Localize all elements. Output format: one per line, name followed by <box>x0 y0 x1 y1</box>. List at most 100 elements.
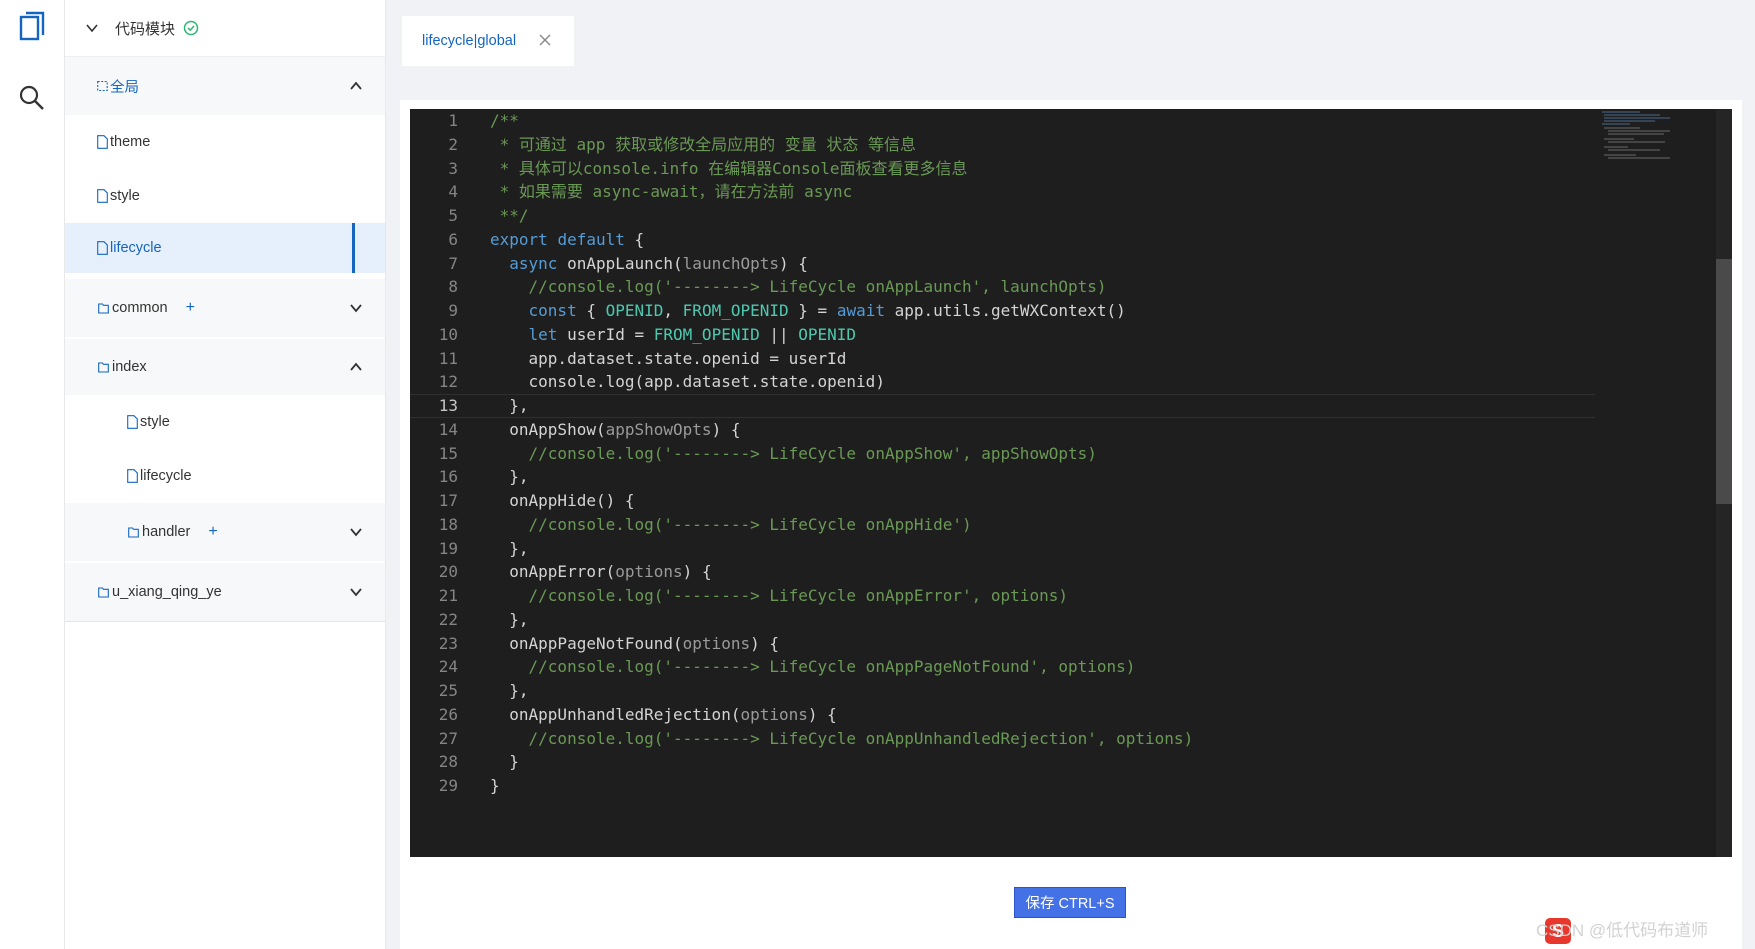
code-line[interactable]: 13 }, <box>410 394 1595 418</box>
line-text: let userId = FROM_OPENID || OPENID <box>528 324 857 344</box>
code-line[interactable]: 2 * 可通过 app 获取或修改全局应用的 变量 状态 等信息 <box>410 133 1595 157</box>
code-line[interactable]: 11 app.dataset.state.openid = userId <box>410 347 1595 371</box>
code-line[interactable]: 15 //console.log('--------> LifeCycle on… <box>410 442 1595 466</box>
line-number: 22 <box>438 609 458 629</box>
line-text: /** <box>490 111 519 130</box>
code-line[interactable]: 4 * 如果需要 async-await，请在方法前 async <box>410 180 1595 204</box>
watermark-text: CSDN @低代码布道师 <box>1536 921 1709 940</box>
tree-item-label: common <box>112 300 168 316</box>
tree-file-lifecycle[interactable]: lifecycle <box>65 223 385 273</box>
chevron-up-icon[interactable] <box>349 79 363 93</box>
code-line[interactable]: 28 } <box>410 750 1595 774</box>
line-text: onAppShow(appShowOpts) { <box>490 419 741 439</box>
line-number: 10 <box>438 324 458 344</box>
minimap[interactable] <box>1600 109 1720 169</box>
code-line[interactable]: 14 onAppShow(appShowOpts) { <box>410 418 1595 442</box>
line-number: 9 <box>448 301 458 320</box>
line-number: 4 <box>448 182 458 202</box>
code-line[interactable]: 27 //console.log('--------> LifeCycle on… <box>410 727 1595 751</box>
tree-folder-u-xiang-qing-ye[interactable]: u_xiang_qing_ye <box>65 563 385 622</box>
code-line[interactable]: 16 }, <box>410 465 1595 489</box>
add-file-button[interactable]: + <box>186 299 195 317</box>
line-number: 12 <box>438 372 458 392</box>
code-line[interactable]: 17 onAppHide() { <box>410 489 1595 513</box>
line-text: const { OPENID, FROM_OPENID } = await ap… <box>528 301 1126 320</box>
line-number: 6 <box>448 229 458 249</box>
chevron-down-icon[interactable] <box>349 525 363 539</box>
code-editor[interactable]: 1/** 2 * 可通过 app 获取或修改全局应用的 变量 状态 等信息 3 * … <box>410 109 1732 857</box>
code-line[interactable]: 21 //console.log('--------> LifeCycle on… <box>410 584 1595 608</box>
line-text: //console.log('--------> LifeCycle onApp… <box>528 514 972 534</box>
line-text: app.dataset.state.openid = userId <box>490 348 847 368</box>
line-text: }, <box>490 609 529 629</box>
line-number: 13 <box>438 396 458 415</box>
line-text: }, <box>490 467 529 487</box>
code-line[interactable]: 23 onAppPageNotFound(options) { <box>410 632 1595 656</box>
code-line[interactable]: 26 onAppUnhandledRejection(options) { <box>410 703 1595 727</box>
line-text: onAppPageNotFound(options) { <box>490 633 779 653</box>
close-icon[interactable] <box>538 33 552 47</box>
search-icon[interactable] <box>16 82 48 114</box>
code-line[interactable]: 1 /** <box>410 109 1595 133</box>
line-number: 2 <box>448 134 458 154</box>
editor-scrollbar-thumb[interactable] <box>1716 259 1732 504</box>
folder-icon <box>98 303 109 314</box>
tree-folder-common[interactable]: common + <box>65 279 385 337</box>
chevron-down-icon[interactable] <box>349 301 363 315</box>
line-text: * 如果需要 async-await，请在方法前 async <box>490 182 853 202</box>
code-line[interactable]: 20 onAppError(options) { <box>410 560 1595 584</box>
code-line[interactable]: 3 * 具体可以console.info 在编辑器Console面板查看更多信息 <box>410 157 1595 181</box>
code-line[interactable]: 18 //console.log('--------> LifeCycle on… <box>410 513 1595 537</box>
editor-scrollbar-track[interactable] <box>1716 109 1732 857</box>
tree-file-style[interactable]: style <box>65 169 385 223</box>
line-text: console.log(app.dataset.state.openid) <box>490 372 885 392</box>
tree-item-label: style <box>110 188 140 204</box>
file-icon <box>97 135 108 149</box>
tree-item-label: 全局 <box>110 79 139 96</box>
line-text: onAppHide() { <box>490 491 635 510</box>
code-line[interactable]: 24 //console.log('--------> LifeCycle on… <box>410 655 1595 679</box>
tree-file-theme[interactable]: theme <box>65 115 385 169</box>
activity-rail <box>0 0 65 949</box>
tree-folder-index[interactable]: index <box>65 339 385 395</box>
line-number: 3 <box>448 158 458 178</box>
code-line[interactable]: 25 }, <box>410 679 1595 703</box>
line-text: //console.log('--------> LifeCycle onApp… <box>528 657 1136 677</box>
code-line[interactable]: 7 async onAppLaunch(launchOpts) { <box>410 252 1595 276</box>
line-number: 7 <box>448 253 458 273</box>
code-line[interactable]: 10 let userId = FROM_OPENID || OPENID <box>410 323 1595 347</box>
code-line[interactable]: 29} <box>410 774 1595 798</box>
tree-folder-global[interactable]: 全局 <box>65 57 385 115</box>
explorer-header[interactable]: 代码模块 <box>65 0 385 57</box>
line-number: 17 <box>438 491 458 510</box>
editor-tab-bar: lifecycle|global <box>386 0 1755 86</box>
code-line[interactable]: 8 //console.log('--------> LifeCycle onA… <box>410 275 1595 299</box>
save-button[interactable]: 保存 CTRL+S <box>1014 887 1126 918</box>
line-text: //console.log('--------> LifeCycle onApp… <box>528 728 1194 748</box>
code-line[interactable]: 6 export default { <box>410 228 1595 252</box>
tree-folder-handler[interactable]: handler + <box>65 503 385 561</box>
line-text: onAppUnhandledRejection(options) { <box>490 704 837 724</box>
tab-label: lifecycle|global <box>422 33 517 49</box>
tree-file-index-lifecycle[interactable]: lifecycle <box>65 449 385 503</box>
line-text: //console.log('--------> LifeCycle onApp… <box>528 277 1107 297</box>
line-text: }, <box>490 538 529 558</box>
tree-item-label: lifecycle <box>140 468 192 484</box>
chevron-up-icon[interactable] <box>349 360 363 374</box>
tab-lifecycle-global[interactable]: lifecycle|global <box>402 16 574 66</box>
tree-file-index-style[interactable]: style <box>65 395 385 449</box>
code-line[interactable]: 19 }, <box>410 537 1595 561</box>
code-line[interactable]: 9 const { OPENID, FROM_OPENID } = await … <box>410 299 1595 323</box>
line-number: 29 <box>438 776 458 795</box>
add-file-button[interactable]: + <box>208 523 217 541</box>
dashed-folder-icon <box>97 80 108 92</box>
chevron-down-icon <box>86 24 98 33</box>
code-line[interactable]: 5 **/ <box>410 204 1595 228</box>
code-lines: 1/** 2 * 可通过 app 获取或修改全局应用的 变量 状态 等信息 3 * … <box>410 109 1595 798</box>
file-icon <box>127 469 138 483</box>
code-line[interactable]: 12 console.log(app.dataset.state.openid) <box>410 370 1595 394</box>
line-number: 20 <box>438 562 458 582</box>
code-line[interactable]: 22 }, <box>410 608 1595 632</box>
chevron-down-icon[interactable] <box>349 585 363 599</box>
code-files-icon[interactable] <box>16 10 48 42</box>
